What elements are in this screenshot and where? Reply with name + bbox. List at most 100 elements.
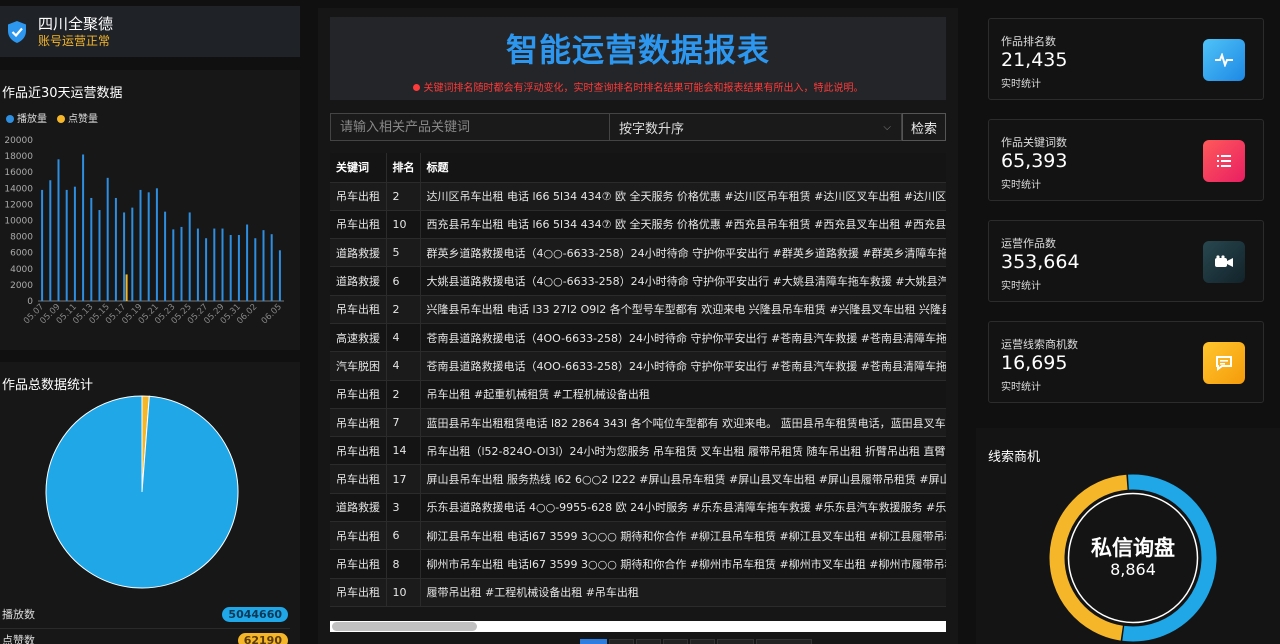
page-button[interactable] <box>636 639 661 644</box>
table-row[interactable]: 道路救援 5 群英乡道路救援电话（4○○-6633-258）24小时待命 守护你平安… <box>330 238 946 268</box>
bar-plays[interactable] <box>221 228 224 301</box>
chat-icon <box>1203 342 1245 384</box>
bar-plays[interactable] <box>123 212 126 301</box>
table-row[interactable]: 吊车出租 2 吊车出租 #起重机械租赁 #工程机械设备出租 <box>330 380 946 409</box>
scrollbar-thumb[interactable] <box>332 622 477 631</box>
bar-plays[interactable] <box>131 207 134 301</box>
trend-bar-chart: 0 2000 4000 6000 8000 10000 12000 14000 16000 180… <box>4 136 284 326</box>
rank-cell: 17 <box>386 464 421 494</box>
x-tick-label: 06.05 <box>260 302 284 326</box>
table-row[interactable]: 吊车出租 10 履带吊出租 #工程机械设备出租 #吊车出租 <box>330 578 946 607</box>
shield-check-icon <box>8 20 26 43</box>
bar-plays[interactable] <box>172 229 175 301</box>
bar-plays[interactable] <box>213 228 216 301</box>
table-row[interactable]: 吊车出租 6 柳江县吊车出租 电话l67 3599 3○○○ 期待和你合作 #柳江县… <box>330 521 946 551</box>
header-keyword[interactable]: 关键词 <box>330 153 387 183</box>
account-status: 账号运营正常 <box>38 33 111 48</box>
header-rank[interactable]: 排名 <box>386 153 421 183</box>
trend-legend: 播放量 点赞量 <box>6 110 98 125</box>
bar-plays[interactable] <box>229 234 232 301</box>
chevron-down-icon: ⌵ <box>883 121 891 133</box>
bar-plays[interactable] <box>278 250 281 301</box>
y-tick-label: 16000 <box>4 168 33 178</box>
table-row[interactable]: 汽车脱困 4 苍南县道路救援电话（4OO-6633-258）24小时待命 守护你平安… <box>330 351 946 381</box>
bar-plays[interactable] <box>196 228 199 301</box>
table-row[interactable]: 吊车出租 8 柳州市吊车出租 电话l67 3599 3○○○ 期待和你合作 #柳州市… <box>330 549 946 579</box>
table-horizontal-scrollbar[interactable] <box>330 621 946 632</box>
bar-likes[interactable] <box>125 274 128 301</box>
sort-select[interactable]: 按字数升序 ⌵ <box>610 113 902 141</box>
keyword-cell: 道路救援 <box>330 238 387 268</box>
keyword-cell: 吊车出租 <box>330 408 387 438</box>
table-row[interactable]: 吊车出租 17 屏山县吊车出租 服务热线 l62 6○○2 l222 #屏山县吊车租… <box>330 464 946 494</box>
header-title[interactable]: 标题 <box>420 153 946 183</box>
bar-plays[interactable] <box>106 177 109 301</box>
bar-plays[interactable] <box>237 234 240 301</box>
table-row[interactable]: 吊车出租 2 达川区吊车出租 电话 l66 5l34 434⑦ 欧 全天服务 价格优… <box>330 182 946 211</box>
bar-plays[interactable] <box>82 154 85 301</box>
title-cell: 西充县吊车出租 电话 l66 5l34 434⑦ 欧 全天服务 价格优惠 #西充… <box>420 210 946 240</box>
keyword-cell: 高速救援 <box>330 323 387 353</box>
stat-row-likes: 点赞数 62190 <box>0 632 290 644</box>
stat-card-value: 65,393 <box>1001 150 1068 172</box>
y-tick-label: 18000 <box>4 152 33 162</box>
bar-plays[interactable] <box>254 238 257 301</box>
table-row[interactable]: 吊车出租 2 兴隆县吊车出租 电话 l33 27l2 O9l2 各个型号车型都有 欢… <box>330 295 946 324</box>
bar-plays[interactable] <box>188 212 191 301</box>
keyword-cell: 汽车脱困 <box>330 351 387 381</box>
page-button[interactable] <box>756 639 812 644</box>
bar-plays[interactable] <box>205 238 208 301</box>
video-icon <box>1203 241 1245 283</box>
page-button[interactable] <box>690 639 715 644</box>
bar-plays[interactable] <box>90 197 93 301</box>
y-tick-label: 8000 <box>10 233 33 243</box>
page-button[interactable] <box>663 639 688 644</box>
stat-value-badge: 62190 <box>237 632 288 644</box>
table-row[interactable]: 吊车出租 14 吊车出租（l52-824O-Ol3l）24小时为您服务 吊车租赁 叉… <box>330 436 946 466</box>
bar-plays[interactable] <box>147 192 150 301</box>
title-cell: 屏山县吊车出租 服务热线 l62 6○○2 l222 #屏山县吊车租赁 #屏山县… <box>420 464 946 494</box>
legend-item-plays[interactable]: 播放量 <box>6 110 47 125</box>
bar-plays[interactable] <box>139 189 142 301</box>
stat-card-value: 16,695 <box>1001 352 1068 374</box>
pulse-icon <box>1203 39 1245 81</box>
keyword-table-container[interactable]: 关键词 排名 标题 吊车出租 2 达川区吊车出租 电话 l66 5l34 434⑦ … <box>330 153 946 611</box>
bar-plays[interactable] <box>180 226 183 301</box>
table-row[interactable]: 高速救援 4 苍南县道路救援电话（4OO-6633-258）24小时待命 守护你平安… <box>330 323 946 353</box>
rank-cell: 14 <box>386 436 421 466</box>
keyword-cell: 吊车出租 <box>330 380 387 409</box>
search-button[interactable]: 检索 <box>902 113 946 141</box>
report-notice: 关键词排名随时都会有浮动变化，实时查询排名时排名结果可能会和报表结果有所出入，特… <box>330 79 946 94</box>
bar-plays[interactable] <box>155 188 158 301</box>
page-button[interactable] <box>609 639 634 644</box>
stat-card-sub: 实时统计 <box>1001 281 1041 292</box>
bar-plays[interactable] <box>270 234 273 301</box>
keyword-cell: 吊车出租 <box>330 210 387 240</box>
bar-plays[interactable] <box>98 210 101 301</box>
legend-label: 点赞量 <box>68 114 98 125</box>
y-tick-label: 20000 <box>4 136 33 146</box>
bar-plays[interactable] <box>164 211 167 301</box>
table-row[interactable]: 道路救援 3 乐东县道路救援电话 4○○-9955-628 欧 24小时服务 #乐东… <box>330 493 946 523</box>
title-cell: 大姚县道路救援电话（4○○-6633-258）24小时待命 守护你平安出行 #大… <box>420 266 946 296</box>
bar-plays[interactable] <box>73 186 76 301</box>
table-row[interactable]: 吊车出租 10 西充县吊车出租 电话 l66 5l34 434⑦ 欧 全天服务 价格… <box>330 210 946 240</box>
trend-chart-title: 作品近30天运营数据 <box>2 86 123 101</box>
bar-plays[interactable] <box>262 230 265 301</box>
rank-cell: 6 <box>386 521 421 551</box>
keyword-search-input[interactable] <box>330 113 610 141</box>
keyword-table: 关键词 排名 标题 吊车出租 2 达川区吊车出租 电话 l66 5l34 434⑦ … <box>330 153 946 607</box>
rank-cell: 7 <box>386 408 421 438</box>
table-row[interactable]: 吊车出租 7 蓝田县吊车出租租赁电话 l82 2864 343l 各个吨位车型都有 … <box>330 408 946 438</box>
legend-item-likes[interactable]: 点赞量 <box>57 110 98 125</box>
bar-plays[interactable] <box>57 159 60 301</box>
table-row[interactable]: 道路救援 6 大姚县道路救援电话（4○○-6633-258）24小时待命 守护你平安… <box>330 266 946 296</box>
page-button[interactable] <box>717 639 754 644</box>
bar-plays[interactable] <box>41 189 44 301</box>
bar-plays[interactable] <box>246 224 249 301</box>
bar-plays[interactable] <box>49 180 52 301</box>
pie-slice-plays[interactable] <box>45 395 239 589</box>
page-button-active[interactable] <box>580 639 607 644</box>
bar-plays[interactable] <box>65 189 68 301</box>
bar-plays[interactable] <box>114 197 117 301</box>
